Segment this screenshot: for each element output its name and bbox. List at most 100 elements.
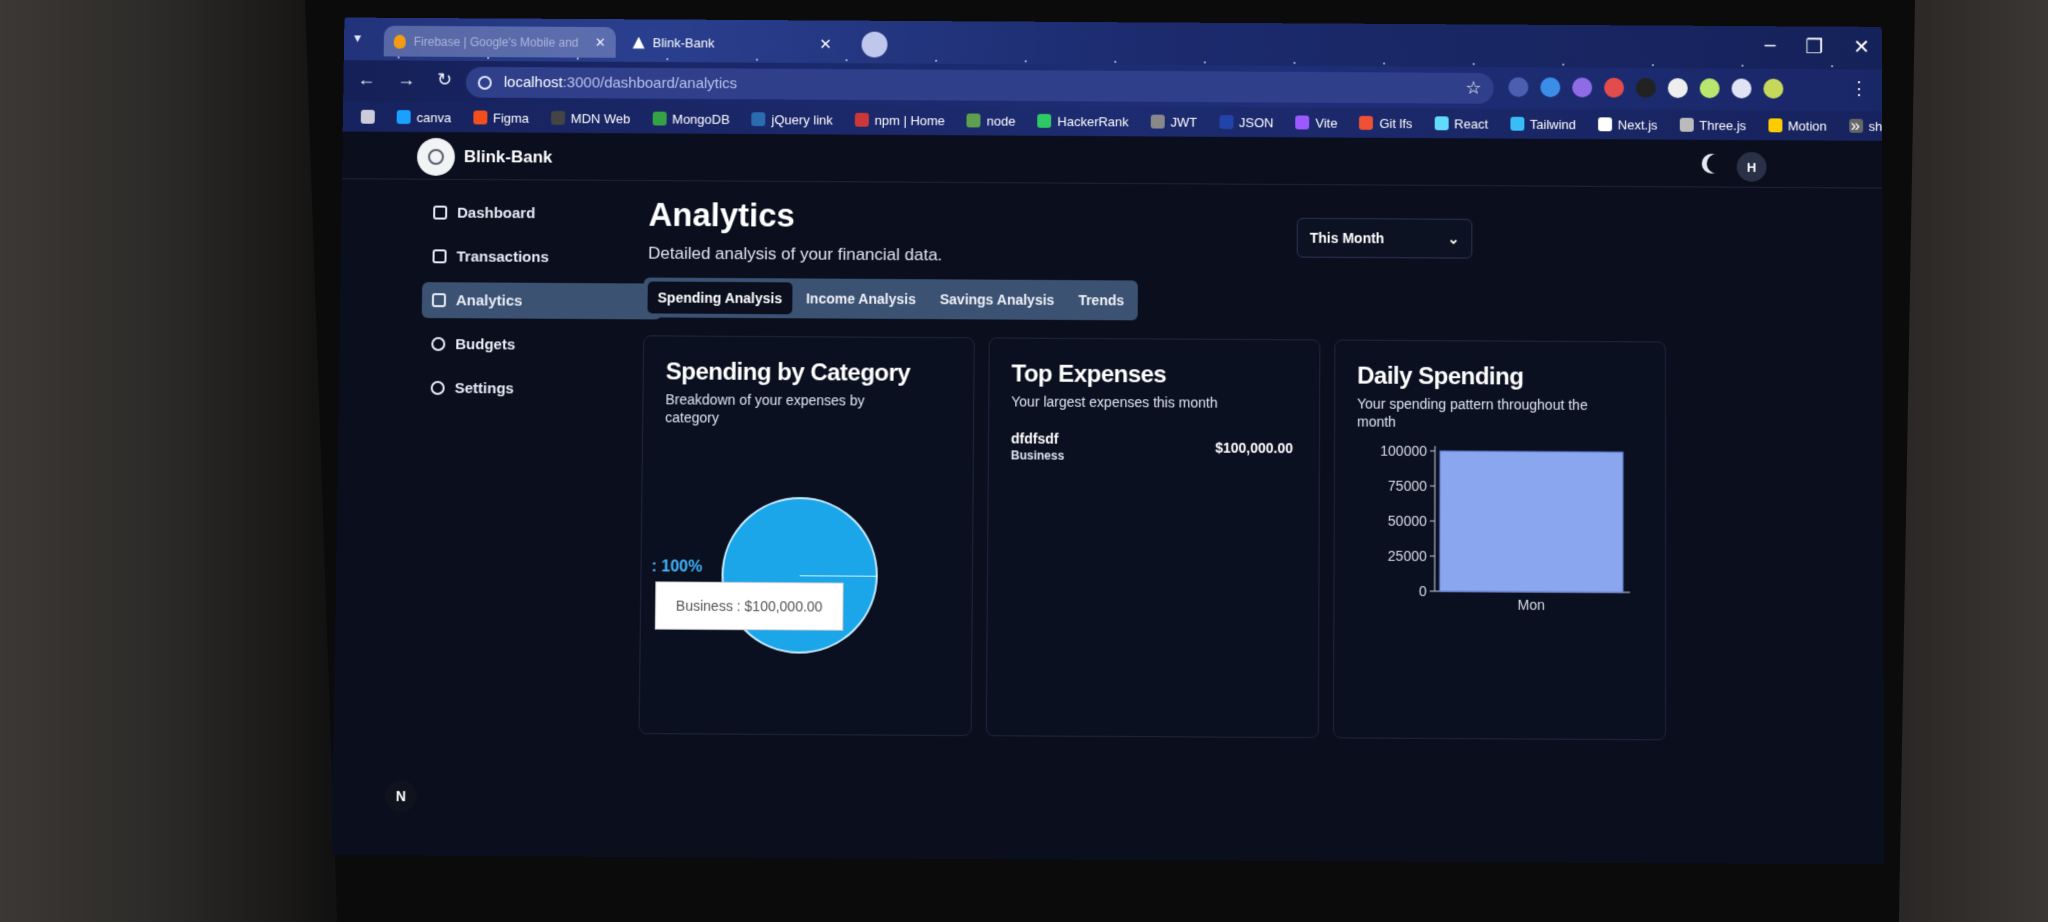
gear-icon [430,380,445,395]
bookmark-item[interactable]: React [1434,116,1488,131]
home-icon [433,205,448,220]
bookmark-item[interactable]: Tailwind [1510,116,1576,132]
bookmark-item[interactable]: canva [396,110,451,125]
sidebar: Dashboard Transactions Analytics Budgets… [420,195,662,416]
analysis-tabs: Spending Analysis Income Analysis Saving… [643,277,1139,321]
bookmark-item[interactable]: Motion [1767,118,1827,133]
forward-icon[interactable]: → [397,69,415,90]
expense-amount: $100,000.00 [1215,439,1293,457]
tab-search-chevron-icon[interactable]: ▾ [354,29,361,46]
bookmark-item[interactable]: JWT [1150,114,1197,129]
card-title: Spending by Category [665,358,911,387]
extension-icon[interactable] [1604,77,1625,98]
tab-income-analysis[interactable]: Income Analysis [796,282,926,315]
sidebar-item-budgets[interactable]: Budgets [421,326,661,363]
extension-icon[interactable] [1572,77,1593,98]
chrome-menu-icon[interactable]: ⋮ [1850,78,1868,99]
main-content: Analytics Detailed analysis of your fina… [638,196,1708,741]
page-subtitle: Detailed analysis of your financial data… [648,243,943,265]
expense-name: dfdfsdf [1010,430,1059,447]
app-favicon-icon [633,37,645,49]
date-range-value: This Month [1309,229,1385,247]
tab-spending-analysis[interactable]: Spending Analysis [647,281,793,315]
laptop-screen: ▾ Firebase | Google's Mobile and ✕ Blink… [331,17,1885,865]
puzzle-icon[interactable] [1731,78,1752,99]
reload-icon[interactable]: ↻ [437,70,452,91]
card-icon [432,249,447,264]
date-range-select[interactable]: This Month ⌄ [1296,217,1473,259]
extension-icon[interactable] [1699,78,1720,99]
sidebar-item-settings[interactable]: Settings [420,370,660,407]
site-info-icon[interactable] [477,75,492,90]
tab-firebase[interactable]: Firebase | Google's Mobile and ✕ [383,25,616,58]
chart-tooltip: Business : $100,000.00 [654,581,844,631]
daily-spending-card: Daily Spending Your spending pattern thr… [1332,339,1667,741]
sidebar-item-analytics[interactable]: Analytics [421,282,662,320]
bookmark-item[interactable]: Next.js [1597,117,1657,132]
bookmark-item[interactable]: Vite [1295,115,1337,130]
bookmark-item[interactable]: MDN Web [550,110,630,126]
y-tick-label: 50000 [1388,513,1427,529]
sidebar-item-dashboard[interactable]: Dashboard [423,195,663,232]
url-host: localhost [503,73,563,92]
close-tab-icon[interactable]: ✕ [595,34,606,50]
apps-icon[interactable] [360,109,375,124]
card-title: Daily Spending [1357,362,1524,391]
firebase-icon [393,34,406,49]
bar-mon[interactable] [1440,451,1623,592]
next-dev-badge[interactable]: N [384,779,418,813]
brand-name[interactable]: Blink-Bank [464,147,553,167]
restore-icon[interactable]: ❐ [1805,34,1823,59]
bookmark-item[interactable]: Three.js [1679,117,1746,133]
bookmark-item[interactable]: npm | Home [854,112,945,128]
profile-avatar-icon[interactable] [1763,78,1784,99]
more-bookmarks-icon[interactable]: » [1851,116,1860,136]
card-subtitle: Breakdown of your expenses by category [665,391,865,426]
tab-title: Blink-Bank [652,35,715,51]
spending-by-category-card: Spending by Category Breakdown of your e… [638,335,975,737]
y-tick-label: 100000 [1380,443,1427,459]
bookmark-item[interactable]: HackerRank [1037,113,1129,129]
y-tick-label: 75000 [1388,478,1427,494]
bookmark-item[interactable]: Figma [473,110,529,125]
expense-category: Business [1010,448,1065,463]
extension-icon[interactable] [1540,77,1561,98]
extensions-bar [1508,77,1784,99]
url-path: :3000/dashboard/analytics [562,74,738,93]
close-window-icon[interactable]: ✕ [1853,35,1870,60]
avatar[interactable]: H [1736,151,1767,182]
window-controls: – ❐ ✕ [1765,34,1870,59]
piggy-icon [431,337,446,352]
close-tab-icon[interactable]: ✕ [819,35,832,53]
sidebar-item-label: Settings [454,379,514,397]
new-tab-button[interactable] [861,31,888,58]
extension-icon[interactable] [1508,77,1529,98]
address-bar[interactable]: localhost:3000/dashboard/analytics ☆ [465,66,1494,104]
bookmark-item[interactable]: node [966,113,1016,128]
bookmark-item[interactable]: MongoDB [652,111,730,126]
daily-spending-chart: 100000 75000 50000 25000 0 Mon [1380,443,1665,613]
bookmark-item[interactable]: Git lfs [1359,115,1412,131]
pie-data-label: : 100% [651,558,703,576]
minimize-icon[interactable]: – [1765,34,1776,59]
bookmark-star-icon[interactable]: ☆ [1466,78,1482,99]
tab-trends[interactable]: Trends [1068,284,1134,316]
app-root: Blink-Bank H Dashboard Transactions Anal… [331,131,1885,865]
sidebar-item-transactions[interactable]: Transactions [422,238,662,275]
bookmark-item[interactable]: jQuery link [751,112,833,127]
bookmark-item[interactable]: JSON [1219,115,1274,130]
extension-icon[interactable] [1635,77,1656,98]
card-title: Top Expenses [1011,360,1167,389]
app-header: Blink-Bank H [341,131,1883,189]
tab-savings-analysis[interactable]: Savings Analysis [930,283,1065,316]
moon-icon[interactable] [1707,154,1727,174]
y-tick-label: 0 [1419,583,1427,599]
card-subtitle: Your spending pattern throughout the mon… [1357,395,1588,430]
tab-blink-bank[interactable]: Blink-Bank ✕ [623,27,842,59]
y-tick-label: 25000 [1388,548,1427,564]
extension-icon[interactable] [1667,78,1688,99]
brand-logo[interactable] [416,137,456,176]
chevron-down-icon: ⌄ [1447,230,1460,247]
x-tick-label: Mon [1518,597,1545,613]
back-icon[interactable]: ← [357,69,375,90]
